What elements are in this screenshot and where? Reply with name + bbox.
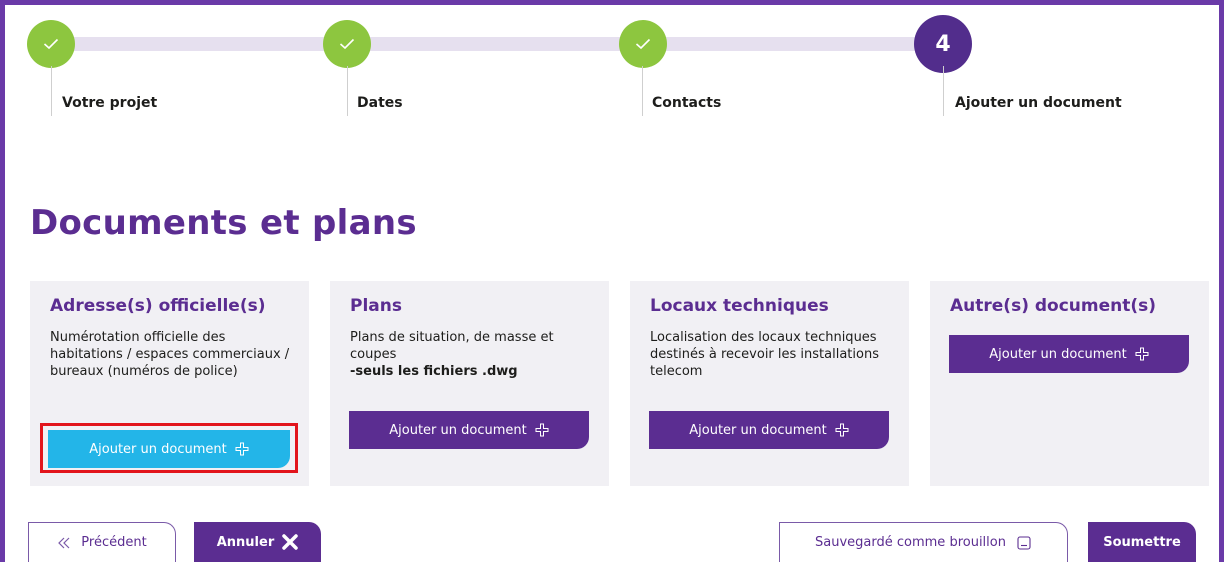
plus-icon [1135,347,1149,361]
step-1-done-icon[interactable] [27,20,75,68]
step-4-current: 4 [914,15,972,73]
save-draft-button[interactable]: Sauvegardé comme brouillon [779,522,1068,562]
step-3-done-icon[interactable] [619,20,667,68]
plus-icon [835,423,849,437]
card-description: Plans de situation, de masse et coupes -s… [350,329,590,380]
previous-button[interactable]: Précédent [28,522,176,562]
card-locaux-techniques: Locaux techniques Localisation des locau… [630,281,909,486]
step-2-done-icon[interactable] [323,20,371,68]
step-4-number: 4 [935,31,951,57]
add-document-button-plans[interactable]: Ajouter un document [349,411,589,449]
card-autres-documents: Autre(s) document(s) [930,281,1209,486]
document-icon [1017,535,1031,550]
step-4-label: Ajouter un document [955,95,1122,111]
card-description-text: Plans de situation, de masse et coupes [350,330,554,362]
check-icon [635,38,651,50]
step-1-label: Votre projet [62,95,158,111]
page-title: Documents et plans [30,203,417,243]
add-document-label: Ajouter un document [89,441,227,457]
card-description: Localisation des locaux techniques desti… [650,330,879,379]
add-document-button-autres[interactable]: Ajouter un document [949,335,1189,373]
plus-icon [535,423,549,437]
step-3-connector [642,66,643,116]
cancel-button[interactable]: Annuler [194,522,321,562]
card-note: -seuls les fichiers .dwg [350,364,518,379]
plus-icon [235,442,249,456]
card-title: Autre(s) document(s) [950,296,1157,316]
previous-label: Précédent [81,535,147,550]
card-plans: Plans Plans de situation, de masse et co… [330,281,609,486]
add-document-button-locaux[interactable]: Ajouter un document [649,411,889,449]
step-2-label: Dates [357,95,403,111]
step-4-connector [943,66,944,116]
card-description: Numérotation officielle des habitations … [50,330,290,379]
add-document-label: Ajouter un document [989,346,1127,362]
card-title: Plans [350,296,402,316]
stepper-track [50,37,946,51]
double-chevron-left-icon [58,537,70,548]
add-document-label: Ajouter un document [389,422,527,438]
close-x-icon [282,534,298,550]
step-1-connector [51,66,52,116]
submit-label: Soumettre [1103,534,1181,550]
cancel-label: Annuler [216,534,275,550]
add-document-button-adresses[interactable]: Ajouter un document [48,430,290,468]
step-2-connector [347,66,348,116]
card-title: Locaux techniques [650,296,829,316]
card-title: Adresse(s) officielle(s) [50,296,266,316]
check-icon [43,38,59,50]
submit-button[interactable]: Soumettre [1088,522,1196,562]
step-3-label: Contacts [652,95,722,111]
check-icon [339,38,355,50]
save-draft-label: Sauvegardé comme brouillon [815,535,1006,550]
add-document-label: Ajouter un document [689,422,827,438]
